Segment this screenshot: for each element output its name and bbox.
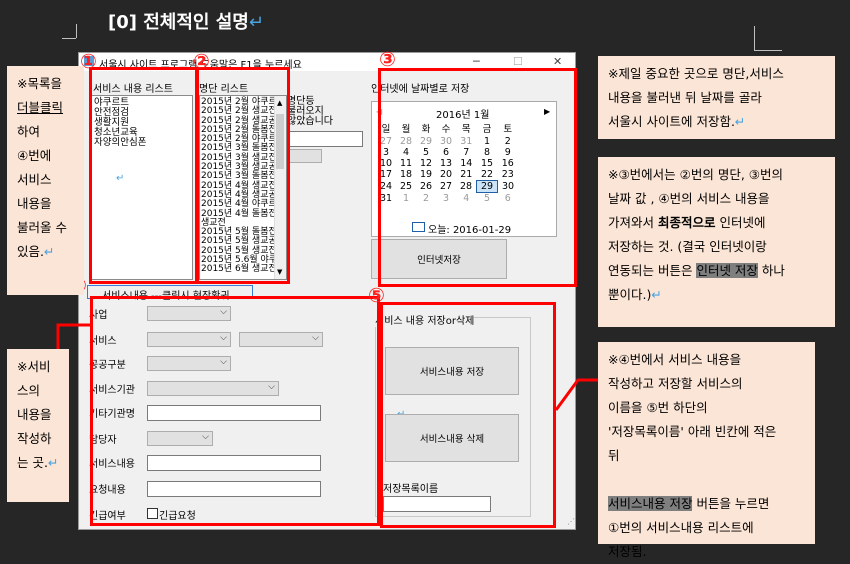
note-line: 불러올 수 (17, 220, 67, 235)
note-line: 서비스내용 저장 버튼을 누르면 (608, 496, 770, 511)
note-line: ※서비 (17, 359, 51, 374)
note-right-2: ※③번에서는 ②번의 명단, ③번의날짜 값 , ④번의 서비스 내용을가져와서… (598, 157, 835, 327)
note-line: ※④번에서 서비스 내용을 (608, 352, 742, 367)
note-right-3: ※④번에서 서비스 내용을작성하고 저장할 서비스의이름을 ⑤번 하단의 '저장목… (598, 342, 815, 559)
note-left-top: ※목록을더블클릭하여 ④번에서비스내용을불러올 수있음.↵ (7, 66, 84, 295)
note-line: 하여 (17, 124, 41, 139)
note-right-1: ※제일 중요한 곳으로 명단,서비스내용을 불러낸 뒤 날짜를 골라서울시 사이… (598, 56, 835, 139)
note-line: 더블클릭 (17, 100, 64, 115)
note-line: ※③번에서는 ②번의 명단, ③번의 (608, 167, 783, 182)
note-line: 뿐이다.)↵ (608, 287, 662, 302)
note-line: 스의 (17, 383, 41, 398)
note-line: 내용을 (17, 196, 52, 211)
note-line: ※제일 중요한 곳으로 명단,서비스 (608, 66, 784, 81)
paragraph-mark: ↵ (734, 114, 746, 129)
note-line: 작성하 (17, 431, 52, 446)
paragraph-mark: ↵ (47, 455, 59, 470)
note-line: 연동되는 버튼은 인터넷 저장 하나 (608, 263, 785, 278)
note-line: 날짜 값 , ④번의 서비스 내용을 (608, 191, 770, 206)
note-line: ※목록을 (17, 76, 62, 91)
note-line: 는 곳.↵ (17, 455, 59, 470)
note-line: 이름을 ⑤번 하단의 (608, 400, 708, 415)
note-highlight: 인터넷 저장 (696, 263, 758, 278)
note-line: 내용을 불러낸 뒤 날짜를 골라 (608, 90, 762, 105)
note-line: ④번에 (17, 148, 52, 163)
note-emphasis: 최종적으로 (657, 215, 716, 230)
paragraph-mark: ↵ (651, 287, 662, 302)
note-line: 서비스 (17, 172, 52, 187)
note-line: ①번의 서비스내용 리스트에 (608, 520, 754, 535)
note-line: 작성하고 저장할 서비스의 (608, 376, 743, 391)
connector-right (554, 378, 600, 411)
note-line: 서울시 사이트에 저장함.↵ (608, 114, 746, 129)
paragraph-mark: ↵ (43, 244, 55, 259)
note-line: 가져와서 최종적으로 인터넷에 (608, 215, 766, 230)
note-line: 있음.↵ (17, 244, 55, 259)
note-line (608, 468, 805, 492)
note-line: 뒤 (608, 448, 620, 463)
note-line: 저장됨. (608, 544, 647, 559)
note-line: '저장목록이름' 아래 빈칸에 적은 (608, 424, 777, 439)
note-left-bottom: ※서비스의내용을작성하는 곳.↵ (7, 349, 69, 502)
note-line: 저장하는 것. (결국 인터넷이랑 (608, 239, 767, 254)
note-line: 내용을 (17, 407, 52, 422)
note-highlight: 서비스내용 저장 (608, 496, 693, 511)
